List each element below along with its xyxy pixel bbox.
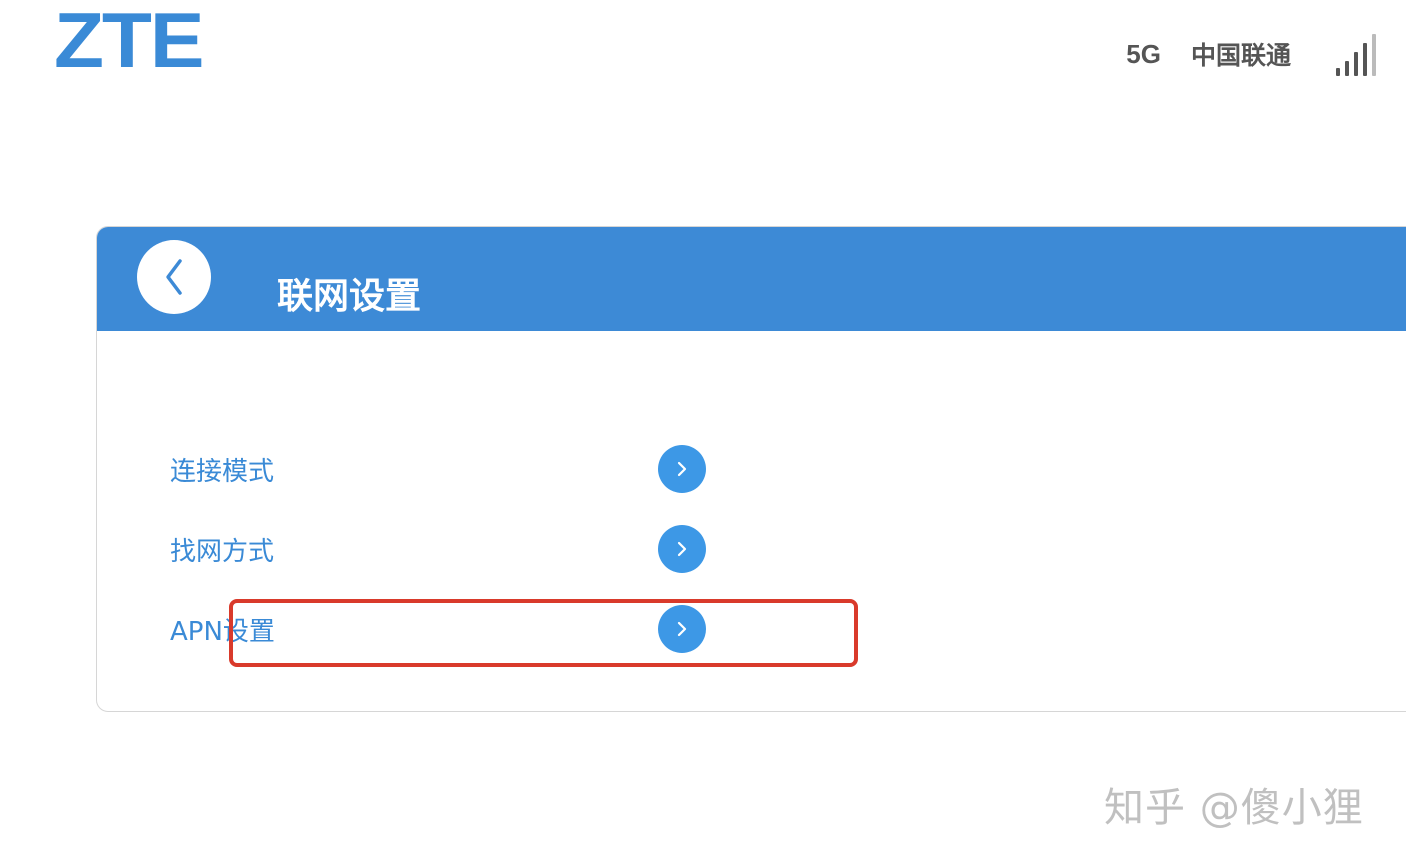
chevron-right-icon [677, 461, 687, 477]
network-type: 5G [1126, 38, 1161, 69]
chevron-left-icon [166, 259, 182, 295]
zte-logo: ZTE [54, 0, 204, 84]
page-title: 联网设置 [277, 276, 422, 317]
carrier-name: 中国联通 [1190, 41, 1291, 70]
back-button[interactable] [137, 240, 211, 314]
arrow-button[interactable] [658, 605, 706, 653]
arrow-button[interactable] [658, 445, 706, 493]
menu-item-label: 连接模式 [170, 456, 275, 487]
chevron-right-icon [677, 541, 687, 557]
page: ZTE 5G 中国联通 联网设置 连接模式 找网方式 APN设置 知乎 @傻小狸 [0, 0, 1406, 858]
menu-item-apn-settings[interactable]: APN设置 [170, 599, 710, 659]
arrow-button[interactable] [658, 525, 706, 573]
menu-item-label: APN设置 [170, 616, 275, 647]
status-bar: 5G 中国联通 [1126, 32, 1376, 76]
signal-strength-icon [1331, 32, 1376, 76]
menu-item-connection-mode[interactable]: 连接模式 [170, 439, 710, 499]
card-header: 联网设置 [97, 227, 1406, 331]
watermark: 知乎 @傻小狸 [1104, 785, 1364, 831]
chevron-right-icon [677, 621, 687, 637]
menu-item-network-search[interactable]: 找网方式 [170, 519, 710, 579]
menu-item-label: 找网方式 [170, 536, 275, 567]
